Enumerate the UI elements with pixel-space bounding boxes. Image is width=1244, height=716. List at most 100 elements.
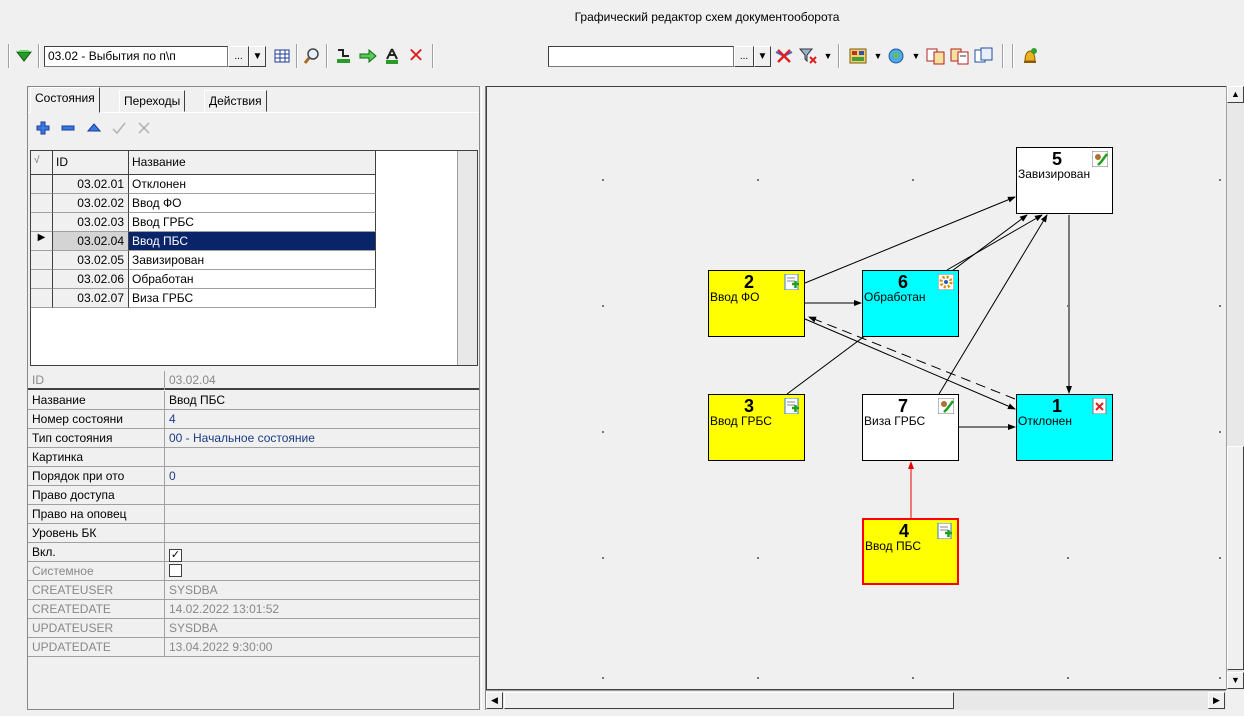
property-value[interactable]: Ввод ПБС (166, 391, 479, 410)
cell-id[interactable]: 03.02.03 (53, 213, 129, 232)
export-menu-chevron-icon[interactable]: ▼ (906, 46, 926, 66)
property-value[interactable] (166, 486, 479, 505)
property-value[interactable]: 13.04.2022 9:30:00 (166, 638, 479, 657)
property-row[interactable]: Картинка (28, 448, 479, 467)
cancel-icon[interactable] (133, 121, 155, 139)
tab-transitions[interactable]: Переходы (119, 90, 186, 112)
export-icon[interactable] (886, 46, 906, 66)
property-value[interactable] (166, 524, 479, 543)
column-header-id[interactable]: ID (53, 151, 129, 175)
remove-icon[interactable] (57, 121, 79, 139)
scroll-up-icon[interactable]: ▲ (1227, 86, 1244, 103)
scroll-right-icon[interactable]: ▶ (1208, 692, 1225, 709)
property-row[interactable]: Тип состояния 00 - Начальное состояние (28, 429, 479, 448)
table-row[interactable]: 03.02.01 Отклонен (31, 175, 376, 194)
property-value[interactable]: 03.02.04 (166, 371, 479, 390)
filter-menu-chevron-icon[interactable]: ▼ (818, 46, 838, 66)
property-row[interactable]: UPDATEDATE 13.04.2022 9:30:00 (28, 638, 479, 657)
filter-icon[interactable] (798, 46, 818, 66)
property-row[interactable]: Номер состояни 4 (28, 410, 479, 429)
property-row[interactable]: Порядок при ото 0 (28, 467, 479, 486)
property-checkbox[interactable]: ✓ (166, 543, 479, 562)
scheme-combo[interactable]: 03.02 - Выбытия по п\п (44, 46, 228, 67)
transition-arrow[interactable] (946, 214, 1043, 271)
grid-scrollbar[interactable] (457, 151, 477, 365)
scheme-select-icon[interactable] (14, 46, 34, 66)
cell-name[interactable]: Ввод ГРБС (129, 213, 376, 232)
property-row[interactable]: CREATEDATE 14.02.2022 13:01:52 (28, 600, 479, 619)
scheme-ellipsis-button[interactable]: ... (228, 46, 249, 67)
property-row[interactable]: CREATEUSER SYSDBA (28, 581, 479, 600)
property-row[interactable]: Уровень БК (28, 524, 479, 543)
cell-id[interactable]: 03.02.02 (53, 194, 129, 213)
search-icon[interactable] (302, 46, 322, 66)
layout-icon[interactable] (848, 46, 868, 66)
state-node[interactable]: 7 Виза ГРБС (862, 394, 959, 461)
property-value[interactable] (166, 448, 479, 467)
add-icon[interactable] (32, 121, 54, 139)
cell-name[interactable]: Обработан (129, 270, 376, 289)
property-row[interactable]: Право на оповец (28, 505, 479, 524)
paste-scheme-icon[interactable] (950, 46, 970, 66)
table-row[interactable]: 03.02.02 Ввод ФО (31, 194, 376, 213)
checkbox[interactable]: ✓ (169, 549, 182, 562)
scheme-dropdown-button[interactable]: ▼ (249, 46, 266, 67)
cell-id[interactable]: 03.02.01 (53, 175, 129, 194)
delete-icon[interactable]: ✕ (406, 46, 426, 66)
property-value[interactable]: SYSDBA (166, 581, 479, 600)
arrow-right-icon[interactable] (358, 46, 378, 66)
table-row[interactable]: ▶ 03.02.04 Ввод ПБС (31, 232, 376, 251)
column-header-name[interactable]: Название (129, 151, 376, 175)
property-row[interactable]: Название Ввод ПБС (28, 391, 479, 410)
state-node[interactable]: 3 Ввод ГРБС (708, 394, 805, 461)
canvas-horizontal-scrollbar[interactable]: ◀ ▶ (486, 690, 1226, 710)
table-row[interactable]: 03.02.06 Обработан (31, 270, 376, 289)
table-icon[interactable] (272, 46, 292, 66)
notification-icon[interactable] (1020, 46, 1040, 66)
property-row[interactable]: UPDATEUSER SYSDBA (28, 619, 479, 638)
property-row[interactable]: ID 03.02.04 (28, 371, 479, 390)
table-row[interactable]: 03.02.07 Виза ГРБС (31, 289, 376, 308)
property-row[interactable]: Право доступа (28, 486, 479, 505)
state-node[interactable]: 6 Обработан (862, 270, 959, 337)
filter-ellipsis-button[interactable]: ... (734, 46, 754, 67)
cell-id[interactable]: 03.02.04 (53, 232, 129, 251)
tab-states[interactable]: Состояния (30, 87, 100, 113)
table-row[interactable]: 03.02.03 Ввод ГРБС (31, 213, 376, 232)
cell-name[interactable]: Завизирован (129, 251, 376, 270)
property-row[interactable]: Вкл. ✓ (28, 543, 479, 562)
cell-id[interactable]: 03.02.07 (53, 289, 129, 308)
confirm-icon[interactable] (108, 121, 130, 139)
diagram-canvas[interactable]: 5 Завизирован 2 Ввод ФО 6 Обработан 3 Ввод ГРБС… (486, 86, 1226, 690)
filter-combo[interactable] (548, 46, 734, 67)
cell-name[interactable]: Ввод ПБС (129, 232, 376, 251)
state-node[interactable]: 5 Завизирован (1016, 147, 1113, 214)
cell-name[interactable]: Ввод ФО (129, 194, 376, 213)
clipboard-icon[interactable] (974, 46, 994, 66)
property-value[interactable]: 00 - Начальное состояние (166, 429, 479, 448)
cell-id[interactable]: 03.02.06 (53, 270, 129, 289)
state-node[interactable]: 2 Ввод ФО (708, 270, 805, 337)
property-value[interactable]: 4 (166, 410, 479, 429)
copy-scheme-icon[interactable] (926, 46, 946, 66)
property-value[interactable]: 0 (166, 467, 479, 486)
property-value[interactable] (166, 505, 479, 524)
layout-menu-chevron-icon[interactable]: ▼ (868, 46, 888, 66)
add-state-icon[interactable] (334, 46, 354, 66)
state-node[interactable]: 1 Отклонен (1016, 394, 1113, 461)
property-value[interactable]: 14.02.2022 13:01:52 (166, 600, 479, 619)
scroll-left-icon[interactable]: ◀ (486, 692, 503, 709)
tab-actions[interactable]: Действия (204, 90, 267, 112)
property-checkbox[interactable] (166, 562, 479, 581)
vertical-scroll-thumb[interactable] (1227, 446, 1244, 670)
checkbox[interactable] (169, 564, 182, 577)
clear-filter-icon[interactable] (774, 46, 794, 66)
state-node[interactable]: 4 Ввод ПБС (862, 518, 959, 585)
canvas-vertical-scrollbar[interactable]: ▲ ▼ (1226, 86, 1244, 690)
filter-dropdown-button[interactable]: ▼ (754, 46, 771, 67)
cell-id[interactable]: 03.02.05 (53, 251, 129, 270)
table-row[interactable]: 03.02.05 Завизирован (31, 251, 376, 270)
cell-name[interactable]: Отклонен (129, 175, 376, 194)
scroll-down-icon[interactable]: ▼ (1227, 672, 1244, 689)
horizontal-scroll-thumb[interactable] (504, 692, 954, 709)
